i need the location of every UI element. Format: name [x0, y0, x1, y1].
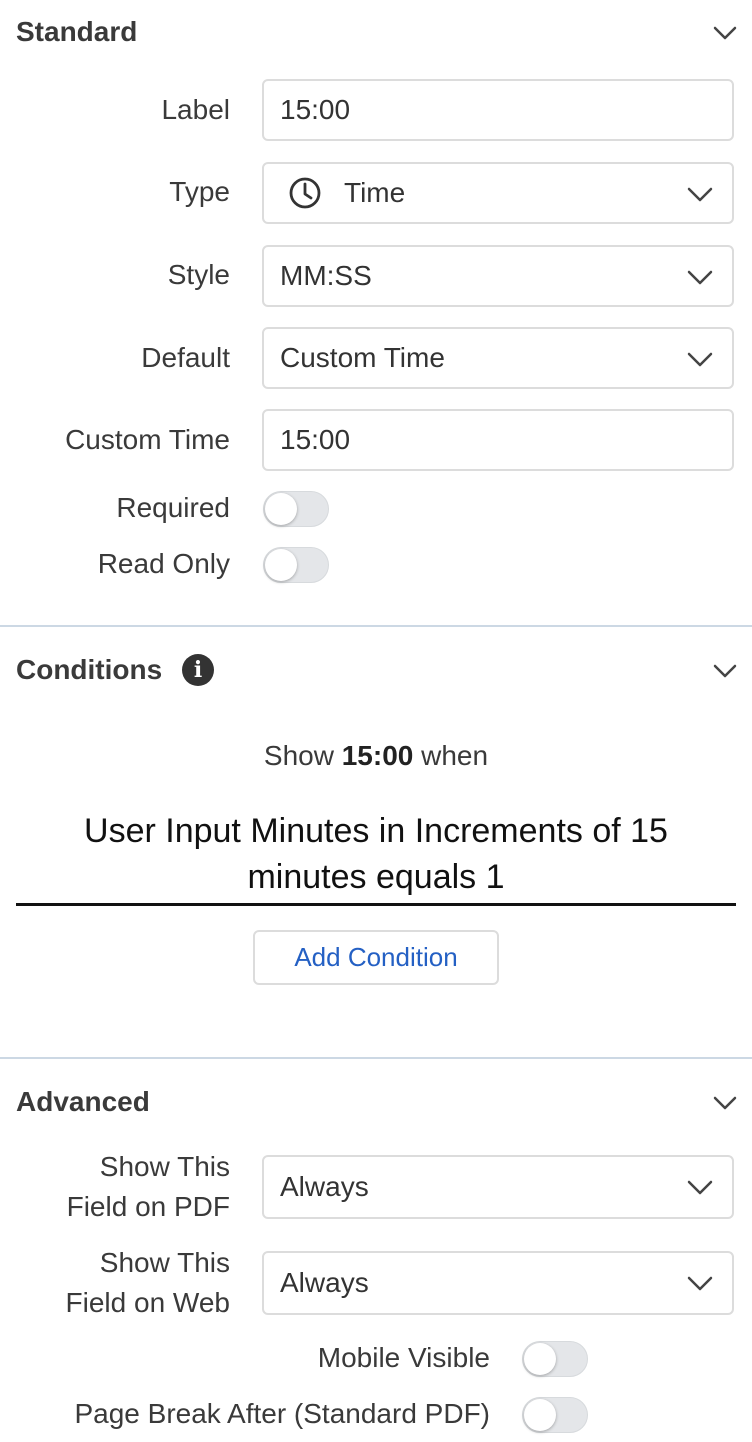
custom-time-input-value: 15:00 [280, 424, 351, 455]
type-select-value: Time [344, 177, 406, 208]
toggle-knob [524, 1399, 556, 1431]
condition-field-name: 15:00 [341, 740, 414, 771]
clock-icon [289, 177, 321, 209]
style-field-label: Style [167, 259, 230, 290]
style-select-value: MM:SS [280, 260, 372, 291]
mobile-visible-toggle[interactable] [522, 1341, 588, 1377]
condition-rule[interactable]: User Input Minutes in Increments of 15 m… [16, 808, 736, 906]
section-divider [0, 625, 752, 627]
type-select[interactable]: Time [262, 162, 734, 224]
chevron-down-icon [687, 187, 713, 202]
label-field-label: Label [161, 94, 230, 125]
pdf-visibility-select[interactable]: Always [262, 1155, 734, 1219]
read-only-toggle[interactable] [263, 547, 329, 583]
pdf-visibility-label-line-1: Show This [99, 1151, 230, 1182]
style-select[interactable]: MM:SS [262, 245, 734, 307]
conditions-section-title: Conditions [16, 654, 163, 685]
web-visibility-label-line-2: Field on Web [65, 1287, 230, 1318]
required-toggle[interactable] [263, 491, 329, 527]
default-field-label: Default [141, 342, 230, 373]
label-input-value: 15:00 [280, 94, 351, 125]
default-select-value: Custom Time [280, 342, 445, 373]
conditions-collapse-chevron-icon[interactable] [712, 658, 738, 684]
type-field-label: Type [169, 176, 230, 207]
label-input[interactable]: 15:00 [262, 79, 734, 141]
custom-time-input[interactable]: 15:00 [262, 409, 734, 471]
section-divider [0, 1057, 752, 1059]
chevron-down-icon [687, 352, 713, 367]
add-condition-button[interactable]: Add Condition [253, 930, 499, 985]
web-visibility-label-line-1: Show This [99, 1247, 230, 1278]
page-break-toggle[interactable] [522, 1397, 588, 1433]
mobile-visible-label: Mobile Visible [317, 1342, 490, 1373]
advanced-section-title: Advanced [16, 1086, 150, 1117]
condition-show-suffix: when [421, 740, 489, 771]
condition-rule-line-2: minutes equals 1 [247, 858, 505, 896]
standard-section-title: Standard [16, 16, 138, 47]
condition-show-prefix: Show [263, 740, 334, 771]
web-visibility-value: Always [280, 1267, 369, 1298]
chevron-down-icon [687, 270, 713, 285]
standard-collapse-chevron-icon[interactable] [712, 20, 738, 46]
toggle-knob [265, 493, 297, 525]
custom-time-field-label: Custom Time [65, 424, 230, 455]
read-only-field-label: Read Only [97, 548, 230, 579]
chevron-down-icon [687, 1276, 713, 1291]
required-field-label: Required [116, 492, 230, 523]
web-visibility-select[interactable]: Always [262, 1251, 734, 1315]
toggle-knob [524, 1343, 556, 1375]
page-break-label: Page Break After (Standard PDF) [74, 1398, 490, 1429]
advanced-collapse-chevron-icon[interactable] [712, 1090, 738, 1116]
chevron-down-icon [687, 1180, 713, 1195]
info-icon[interactable]: i [182, 654, 214, 686]
condition-summary: Show 15:00 when [0, 740, 752, 772]
default-select[interactable]: Custom Time [262, 327, 734, 389]
condition-rule-line-1: User Input Minutes in Increments of 15 [84, 812, 668, 850]
toggle-knob [265, 549, 297, 581]
pdf-visibility-label-line-2: Field on PDF [66, 1191, 230, 1222]
pdf-visibility-value: Always [280, 1171, 369, 1202]
